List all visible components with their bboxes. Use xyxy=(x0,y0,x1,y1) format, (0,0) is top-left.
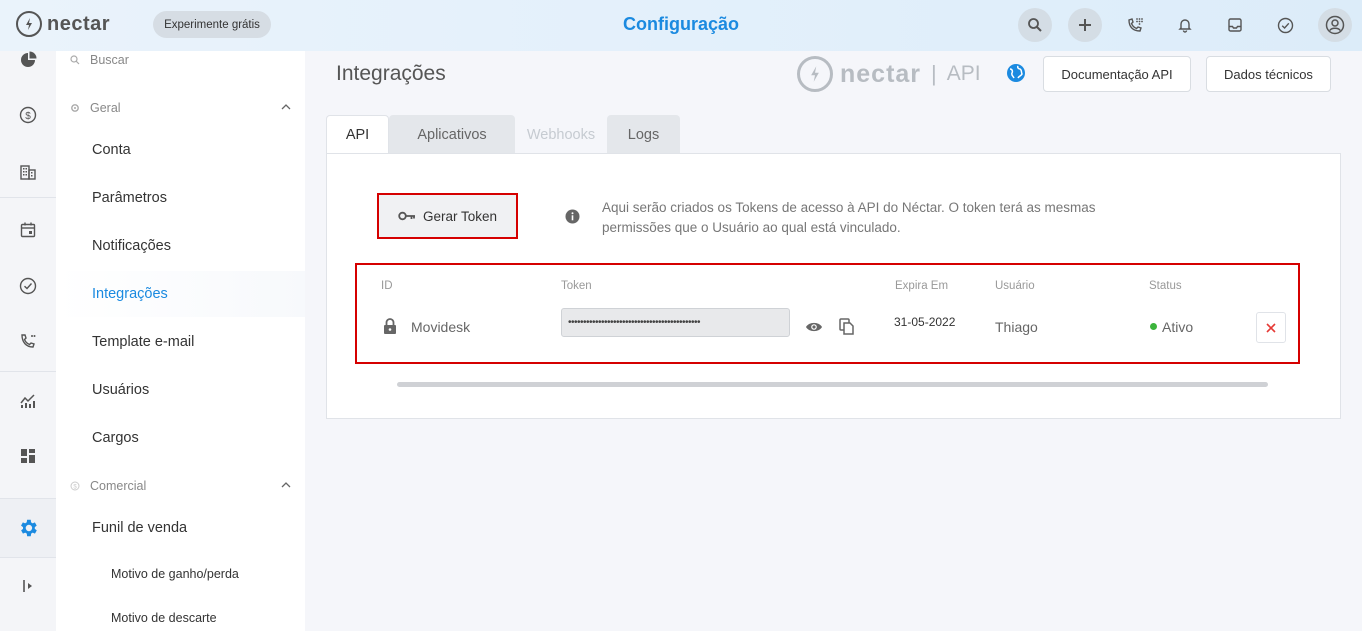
tab-logs[interactable]: Logs xyxy=(607,115,680,154)
svg-text:$: $ xyxy=(25,111,31,122)
api-documentation-button[interactable]: Documentação API xyxy=(1043,56,1191,92)
copy-icon[interactable] xyxy=(839,318,855,341)
building-icon[interactable] xyxy=(0,152,56,192)
column-header-id: ID xyxy=(381,280,393,292)
nectar-logo-icon xyxy=(16,11,42,37)
chevron-up-icon xyxy=(281,104,291,110)
phone-dialpad-icon[interactable] xyxy=(1118,8,1152,42)
dollar-icon[interactable]: $ xyxy=(0,95,56,135)
gear-small-icon xyxy=(71,104,79,112)
token-value-field[interactable]: ••••••••••••••••••••••••••••••••••••••••… xyxy=(561,308,790,337)
settings-nav: Buscar Geral Conta Parâmetros Notificaçõ… xyxy=(56,51,305,631)
nav-group-comercial[interactable]: $ Comercial xyxy=(70,479,292,493)
nectar-api-separator: | xyxy=(931,61,937,86)
token-expiry-date: 31-05-2022 xyxy=(894,315,956,329)
integration-tabs: API Aplicativos Webhooks Logs xyxy=(326,115,680,154)
status-dot xyxy=(1150,323,1157,330)
top-bar: nectar Experimente grátis Configuração xyxy=(0,0,1362,51)
check-circle-icon[interactable] xyxy=(1268,8,1302,42)
nav-item-funil-de-venda[interactable]: Funil de venda xyxy=(92,520,187,536)
nectar-api-suffix: API xyxy=(946,62,981,85)
globe-icon[interactable] xyxy=(1006,63,1026,88)
generate-token-button[interactable]: Gerar Token xyxy=(377,193,518,239)
token-user: Thiago xyxy=(995,319,1038,335)
eye-icon[interactable] xyxy=(805,320,823,339)
nectar-api-brand-word: nectar xyxy=(840,59,922,88)
column-header-expires: Expira Em xyxy=(895,280,949,292)
nav-subitem-motivo-descarte[interactable]: Motivo de descarte xyxy=(111,611,217,625)
token-id: Movidesk xyxy=(411,319,471,335)
nav-group-geral[interactable]: Geral xyxy=(70,101,292,115)
nav-search[interactable]: Buscar xyxy=(70,53,129,67)
info-text: Aqui serão criados os Tokens de acesso à… xyxy=(602,200,1096,235)
close-icon xyxy=(1266,322,1276,333)
dollar-small-icon: $ xyxy=(70,481,80,491)
tab-aplicativos[interactable]: Aplicativos xyxy=(389,115,515,154)
lock-icon xyxy=(383,318,397,339)
column-header-token: Token xyxy=(561,280,592,292)
search-icon xyxy=(70,55,80,65)
free-trial-button[interactable]: Experimente grátis xyxy=(153,11,271,38)
tasks-check-icon[interactable] xyxy=(0,266,56,306)
phone-icon[interactable] xyxy=(0,321,56,361)
section-title: Integrações xyxy=(336,62,446,85)
nav-item-template-email[interactable]: Template e-mail xyxy=(92,334,194,350)
nectar-api-logo: nectar | API xyxy=(797,56,981,92)
nav-item-integracoes[interactable]: Integrações xyxy=(92,286,168,302)
collapse-icon[interactable] xyxy=(0,566,56,606)
nav-group-comercial-label: Comercial xyxy=(90,479,147,493)
info-icon xyxy=(565,209,580,229)
pie-chart-icon[interactable] xyxy=(0,40,56,80)
key-icon xyxy=(398,211,415,221)
nav-item-conta[interactable]: Conta xyxy=(92,142,131,158)
token-status: Ativo xyxy=(1162,319,1194,335)
nav-item-notificacoes[interactable]: Notificações xyxy=(92,238,171,254)
calendar-icon[interactable] xyxy=(0,210,56,250)
delete-token-button[interactable] xyxy=(1256,312,1286,343)
search-icon[interactable] xyxy=(1018,8,1052,42)
nav-subitem-motivo-ganho-perda[interactable]: Motivo de ganho/perda xyxy=(111,567,239,581)
technical-data-button[interactable]: Dados técnicos xyxy=(1206,56,1331,92)
horizontal-scrollbar[interactable] xyxy=(397,382,1268,387)
nav-item-parametros[interactable]: Parâmetros xyxy=(92,190,167,206)
dashboard-icon[interactable] xyxy=(0,436,56,476)
app-rail: $ xyxy=(0,51,56,631)
nectar-logo-icon xyxy=(797,56,833,92)
nectar-logo[interactable]: nectar xyxy=(16,11,110,37)
gear-icon[interactable] xyxy=(0,499,56,557)
chart-up-icon[interactable] xyxy=(0,380,56,420)
column-header-status: Status xyxy=(1149,280,1182,292)
generate-token-label: Gerar Token xyxy=(422,208,498,224)
bell-icon[interactable] xyxy=(1168,8,1202,42)
nav-search-label: Buscar xyxy=(90,53,129,67)
tab-webhooks: Webhooks xyxy=(526,126,596,143)
inbox-icon[interactable] xyxy=(1218,8,1252,42)
token-table xyxy=(355,263,1300,364)
user-avatar-icon[interactable] xyxy=(1318,8,1352,42)
tab-api[interactable]: API xyxy=(326,115,389,154)
column-header-user: Usuário xyxy=(995,280,1035,292)
chevron-up-icon xyxy=(281,482,291,488)
nav-item-cargos[interactable]: Cargos xyxy=(92,430,139,446)
nav-group-geral-label: Geral xyxy=(90,101,121,115)
nav-item-usuarios[interactable]: Usuários xyxy=(92,382,149,398)
brand-name: nectar xyxy=(47,12,111,35)
plus-icon[interactable] xyxy=(1068,8,1102,42)
